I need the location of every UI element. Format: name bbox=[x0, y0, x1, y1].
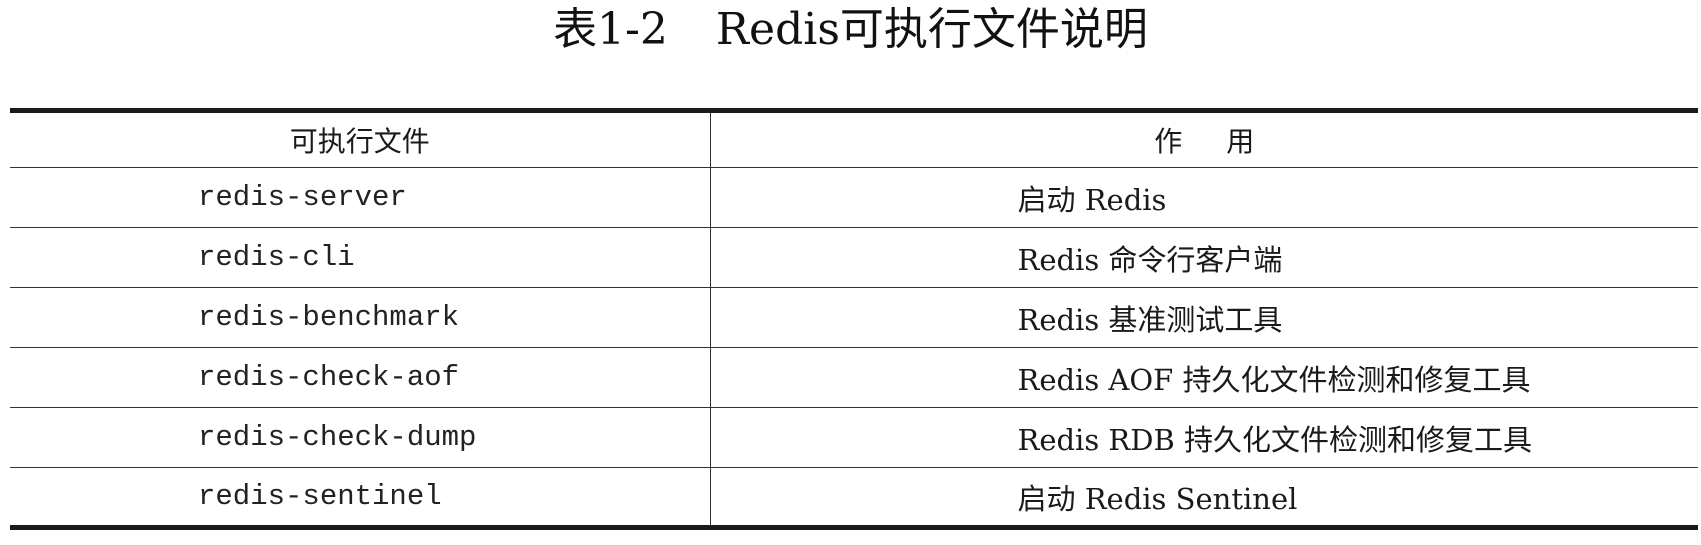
executable-cell: redis-cli bbox=[10, 227, 711, 288]
header-purpose: 作用 bbox=[710, 110, 1698, 168]
table-row: redis-check-aof Redis AOF 持久化文件检测和修复工具 bbox=[10, 347, 1698, 408]
table-row: redis-check-dump Redis RDB 持久化文件检测和修复工具 bbox=[10, 407, 1698, 468]
header-row: 可执行文件 作用 bbox=[10, 110, 1698, 168]
table-row: redis-cli Redis 命令行客户端 bbox=[10, 227, 1698, 288]
purpose-cell: Redis RDB 持久化文件检测和修复工具 bbox=[710, 407, 1698, 468]
executable-cell: redis-benchmark bbox=[10, 287, 711, 348]
purpose-cell: Redis AOF 持久化文件检测和修复工具 bbox=[710, 347, 1698, 408]
table-caption: 表1-2 Redis可执行文件说明 bbox=[0, 2, 1701, 58]
table-title: Redis可执行文件说明 bbox=[715, 4, 1148, 55]
purpose-cell: Redis 命令行客户端 bbox=[710, 227, 1698, 288]
executable-cell: redis-check-aof bbox=[10, 347, 711, 408]
purpose-cell: 启动 Redis bbox=[710, 167, 1698, 228]
executable-cell: redis-check-dump bbox=[10, 407, 711, 468]
executables-table: 可执行文件 作用 redis-server 启动 Redis redis-cli… bbox=[10, 108, 1698, 530]
table-number: 表1-2 bbox=[553, 4, 668, 55]
table-row: redis-benchmark Redis 基准测试工具 bbox=[10, 287, 1698, 348]
purpose-cell: Redis 基准测试工具 bbox=[710, 287, 1698, 348]
table-body: redis-server 启动 Redis redis-cli Redis 命令… bbox=[10, 167, 1698, 528]
header-executable: 可执行文件 bbox=[10, 110, 711, 168]
executable-cell: redis-sentinel bbox=[10, 467, 711, 528]
purpose-cell: 启动 Redis Sentinel bbox=[710, 467, 1698, 528]
executable-cell: redis-server bbox=[10, 167, 711, 228]
table-header: 可执行文件 作用 bbox=[10, 110, 1698, 168]
table-row: redis-server 启动 Redis bbox=[10, 167, 1698, 228]
table-row: redis-sentinel 启动 Redis Sentinel bbox=[10, 467, 1698, 528]
